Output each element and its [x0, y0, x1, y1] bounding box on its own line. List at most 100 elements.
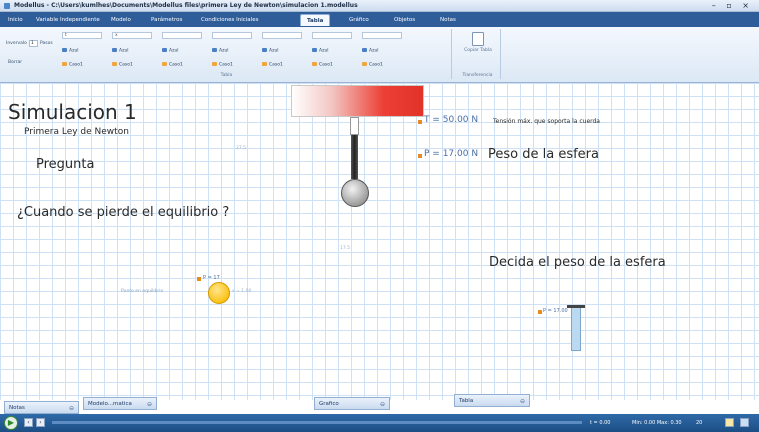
ghost-value: 27.5	[236, 146, 247, 151]
peso-slider-thumb[interactable]	[567, 305, 585, 308]
peso-value[interactable]: P = 17.00 N	[424, 149, 478, 159]
table-column-7: Azul Caso1	[362, 32, 407, 72]
case-option[interactable]: Caso1	[112, 62, 133, 68]
column-variable-field[interactable]	[162, 32, 202, 39]
borrar-checkbox[interactable]: Borrar	[8, 60, 22, 65]
column-variable-field[interactable]	[212, 32, 252, 39]
step-back-button[interactable]: ‹	[24, 418, 33, 427]
intervalo-label: Invervalo	[6, 41, 27, 46]
tension-value[interactable]: T = 50.00 N	[424, 115, 478, 125]
pin-icon[interactable]: ⊖	[147, 398, 152, 411]
color-swatch-icon	[262, 48, 267, 52]
intervalo-input[interactable]: 1	[29, 40, 38, 47]
tab-condiciones-iniciales[interactable]: Condiciones Iniciales	[201, 14, 258, 26]
peso-marker-icon	[418, 154, 422, 158]
tension-marker-icon	[418, 120, 422, 124]
column-variable-field[interactable]	[312, 32, 352, 39]
peso-slider-track[interactable]	[571, 307, 581, 351]
color-option[interactable]: Azul	[162, 48, 179, 54]
layout-icon[interactable]	[740, 418, 749, 427]
ribbon-group-tabla: Invervalo 1 Pasos Borrar t Azul Caso1 x …	[2, 29, 452, 79]
table-column-2: x Azul Caso1	[112, 32, 157, 72]
copy-icon	[472, 32, 484, 46]
pin-icon[interactable]: ⊖	[520, 395, 525, 408]
panel-grafico[interactable]: Grafico ⊖	[314, 397, 390, 410]
panel-modelo[interactable]: Modelo...matica ⊖	[83, 397, 157, 410]
copy-table-label: Copiar Tabla	[464, 48, 492, 53]
case-swatch-icon	[362, 62, 367, 66]
tab-variable-independiente[interactable]: Variable Independiente	[36, 14, 100, 26]
color-swatch-icon	[62, 48, 67, 52]
slider-value: P = 17.00	[543, 308, 568, 314]
window-controls[interactable]: – ▫ ×	[712, 0, 753, 12]
color-option[interactable]: Azul	[112, 48, 129, 54]
tab-parametros[interactable]: Parámetros	[151, 14, 182, 26]
tab-modelo[interactable]: Modelo	[111, 14, 131, 26]
case-swatch-icon	[212, 62, 217, 66]
color-swatch-icon	[362, 48, 367, 52]
case-option[interactable]: Caso1	[262, 62, 283, 68]
case-option[interactable]: Caso1	[362, 62, 383, 68]
equilibrium-point[interactable]	[208, 282, 230, 304]
color-swatch-icon	[162, 48, 167, 52]
column-variable-field[interactable]: x	[112, 32, 152, 39]
simulation-canvas[interactable]: Simulacion 1 Primera Ley de Newton Pregu…	[0, 83, 759, 400]
tab-grafico[interactable]: Gráfico	[349, 14, 369, 26]
play-button[interactable]: ▶	[4, 416, 18, 430]
color-option[interactable]: Azul	[312, 48, 329, 54]
equilibrium-marker-icon	[197, 277, 201, 281]
column-variable-field[interactable]	[262, 32, 302, 39]
panel-notas[interactable]: Notas ⊖	[4, 401, 79, 414]
case-option[interactable]: Caso1	[312, 62, 333, 68]
tension-description: Tensión máx. que soporta la cuerda	[493, 118, 600, 125]
table-column-3: Azul Caso1	[162, 32, 207, 72]
color-swatch-icon	[112, 48, 117, 52]
decida-text: Decida el peso de la esfera	[489, 255, 666, 270]
punto-equilibrio-label: Punto en equilibrio	[121, 289, 164, 294]
window-title: Modellus - C:\Users\kumlhes\Documents\Mo…	[14, 2, 358, 9]
hanging-support-block[interactable]	[291, 85, 424, 117]
settings-icon[interactable]	[725, 418, 734, 427]
case-swatch-icon	[162, 62, 167, 66]
case-option[interactable]: Caso1	[212, 62, 233, 68]
column-variable-field[interactable]	[362, 32, 402, 39]
case-option[interactable]: Caso1	[162, 62, 183, 68]
table-column-5: Azul Caso1	[262, 32, 307, 72]
color-option[interactable]: Azul	[262, 48, 279, 54]
color-option[interactable]: Azul	[362, 48, 379, 54]
case-swatch-icon	[112, 62, 117, 66]
window-titlebar: Modellus - C:\Users\kumlhes\Documents\Mo…	[0, 0, 759, 12]
case-swatch-icon	[262, 62, 267, 66]
zoom-readout: 20	[696, 420, 703, 426]
tab-notas[interactable]: Notas	[440, 14, 456, 26]
tab-inicio[interactable]: Inicio	[8, 14, 23, 26]
color-option[interactable]: Azul	[212, 48, 229, 54]
equilibrium-value: P = 17	[203, 275, 220, 281]
ribbon-tabs: Inicio Variable Independiente Modelo Par…	[0, 12, 759, 27]
group-label-tabla: Tabla	[220, 73, 233, 78]
color-option[interactable]: Azul	[62, 48, 79, 54]
table-column-1: t Azul Caso1	[62, 32, 107, 72]
ribbon-group-transferencia: Copiar Tabla Transferencia	[455, 29, 501, 79]
pasos-label: Pasos	[40, 41, 53, 46]
step-forward-button[interactable]: ›	[36, 418, 45, 427]
tab-objetos[interactable]: Objetos	[394, 14, 415, 26]
pin-icon[interactable]: ⊖	[380, 398, 385, 411]
page-title: Simulacion 1	[8, 100, 137, 124]
tab-tabla[interactable]: Tabla	[300, 14, 331, 26]
color-swatch-icon	[312, 48, 317, 52]
rope-connector	[350, 117, 359, 135]
group-label-transferencia: Transferencia	[462, 73, 493, 78]
copy-table-button[interactable]: Copiar Tabla	[461, 32, 495, 68]
case-swatch-icon	[62, 62, 67, 66]
panel-tabla[interactable]: Tabla ⊖	[454, 394, 530, 407]
case-option[interactable]: Caso1	[62, 62, 83, 68]
ribbon-panel: Invervalo 1 Pasos Borrar t Azul Caso1 x …	[0, 27, 759, 83]
table-column-4: Azul Caso1	[212, 32, 257, 72]
page-subtitle: Primera Ley de Newton	[24, 127, 129, 137]
app-icon	[4, 3, 10, 9]
hanging-sphere[interactable]	[341, 179, 369, 207]
case-swatch-icon	[312, 62, 317, 66]
column-variable-field[interactable]: t	[62, 32, 102, 39]
playback-progress[interactable]	[52, 421, 582, 424]
